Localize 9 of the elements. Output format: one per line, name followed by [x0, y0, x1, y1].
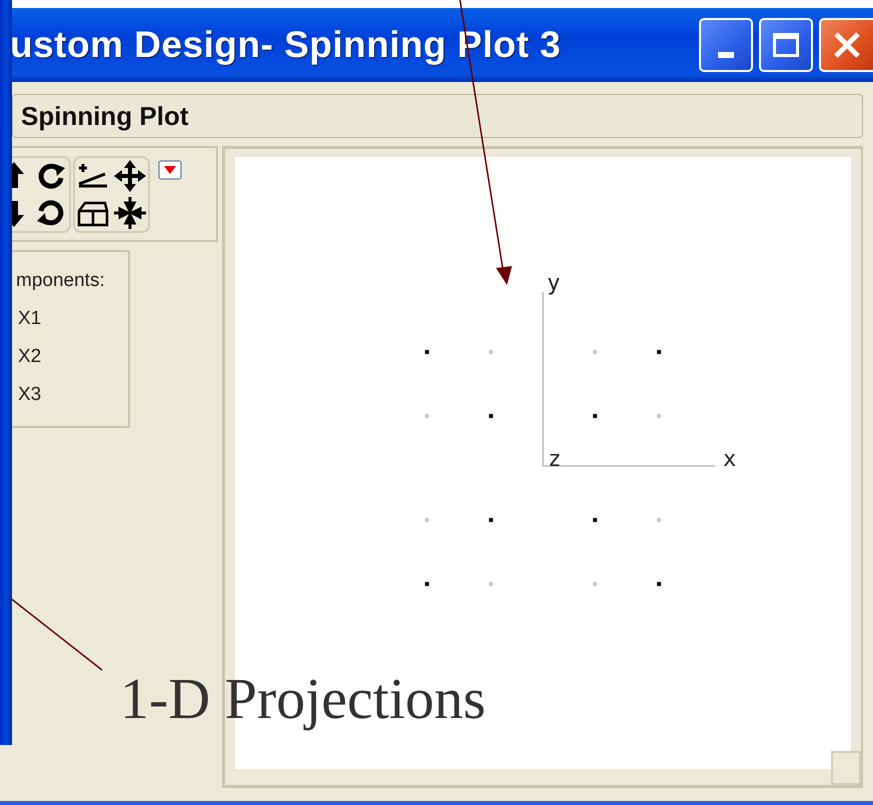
components-label: mponents: [16, 269, 106, 293]
component-item[interactable]: X1 [18, 306, 128, 332]
axis-label: y [547, 271, 560, 296]
component-item[interactable]: X3 [18, 382, 128, 408]
annotation-text: 1-D Projections [120, 666, 486, 731]
component-item[interactable]: X2 [18, 344, 128, 370]
outline-header[interactable]: Spinning Plot [12, 94, 863, 138]
axis-label: x [723, 447, 736, 472]
axis-label: z [548, 447, 562, 472]
